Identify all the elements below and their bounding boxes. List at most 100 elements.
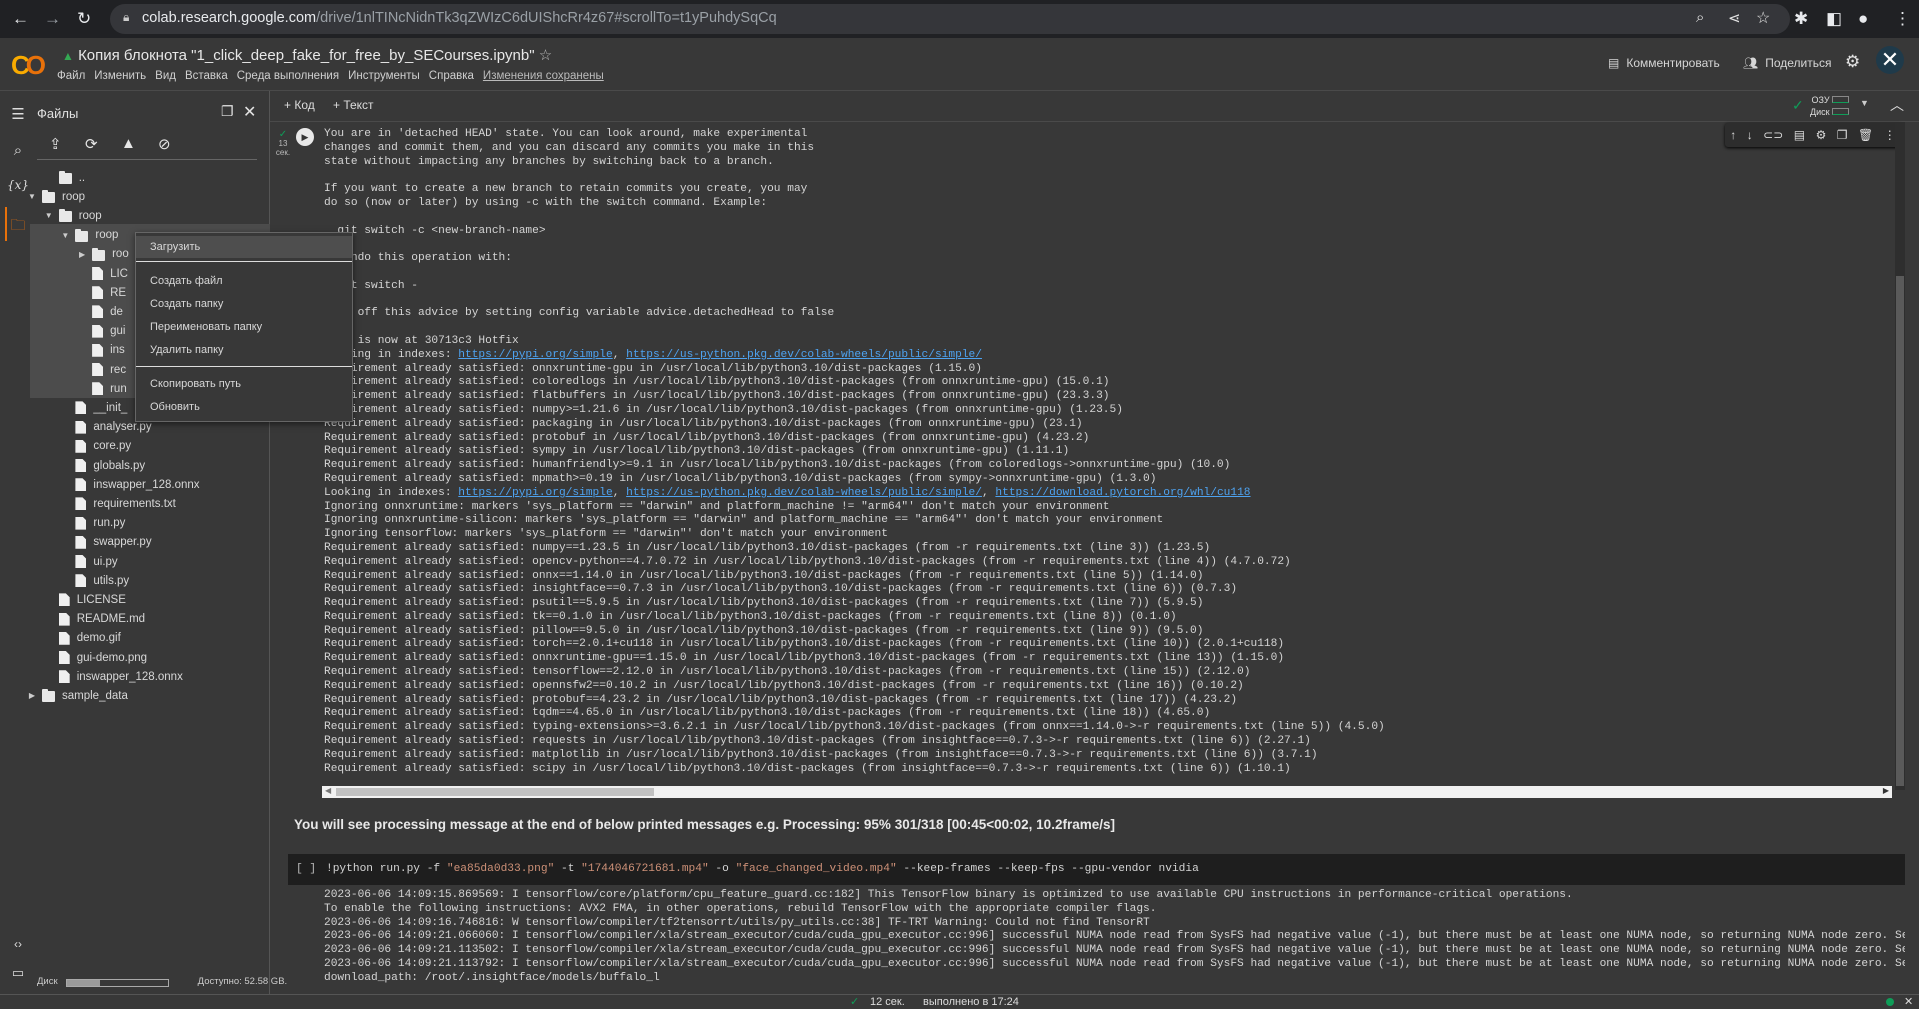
menu-icon[interactable]: ⋮ xyxy=(1894,8,1911,30)
zoom-icon[interactable]: ⌕ xyxy=(1696,9,1704,26)
hide-icon[interactable]: ⊘ xyxy=(158,135,171,153)
tree-file[interactable]: RE xyxy=(76,283,126,302)
vertical-scrollbar[interactable] xyxy=(1895,122,1905,790)
tree-file[interactable]: run xyxy=(76,379,127,398)
cell-prompt[interactable]: [ ] xyxy=(296,863,316,877)
menu-item-upload[interactable]: Загрузить xyxy=(136,236,352,258)
output-link[interactable]: https://pypi.org/simple xyxy=(458,487,612,499)
caret-right-icon[interactable]: ▶ xyxy=(76,250,88,259)
menu-runtime[interactable]: Среда выполнения xyxy=(237,70,339,82)
tree-file[interactable]: README.md xyxy=(43,610,145,629)
toc-icon[interactable]: ☰ xyxy=(0,105,36,123)
tree-folder[interactable]: ▶ sample_data xyxy=(26,686,128,705)
comment-button[interactable]: ▤ Комментировать xyxy=(1608,56,1720,70)
output-link[interactable]: https://us-python.pkg.dev/colab-wheels/p… xyxy=(626,487,982,499)
colab-logo[interactable]: CO xyxy=(11,50,46,81)
code-cell-1[interactable]: ✓ 13 сек. ▶ You are in 'detached HEAD' s… xyxy=(270,122,1905,800)
tree-file[interactable]: ins xyxy=(76,341,125,360)
terminal-icon[interactable]: ▭ xyxy=(0,965,36,981)
tree-file[interactable]: swapper.py xyxy=(59,533,152,552)
tree-file[interactable]: gui-demo.png xyxy=(43,648,147,667)
more-icon[interactable]: ⋮ xyxy=(1884,128,1896,142)
tree-file[interactable]: demo.gif xyxy=(43,629,121,648)
menu-item-create-file[interactable]: Создать файл xyxy=(136,270,352,292)
tree-file[interactable]: gui xyxy=(76,322,125,341)
tree-file[interactable]: __init_ xyxy=(59,398,127,417)
save-status[interactable]: Изменения сохранены xyxy=(483,70,604,82)
menu-insert[interactable]: Вставка xyxy=(185,70,228,82)
scrollbar-thumb[interactable] xyxy=(1896,276,1904,786)
close-icon[interactable]: ✕ xyxy=(1904,995,1913,1008)
menu-item-rename-folder[interactable]: Переименовать папку xyxy=(136,316,352,338)
tree-file[interactable]: core.py xyxy=(59,437,131,456)
tree-folder[interactable]: ▼ roop xyxy=(26,187,85,206)
search-icon[interactable]: ⌕ xyxy=(0,142,36,159)
menu-file[interactable]: Файл xyxy=(57,70,85,82)
output-link[interactable]: https://us-python.pkg.dev/colab-wheels/p… xyxy=(626,349,982,361)
forward-icon[interactable]: → xyxy=(44,8,61,30)
star-icon[interactable]: ☆ xyxy=(539,47,552,64)
tree-file[interactable]: .. xyxy=(43,168,85,187)
tree-folder[interactable]: ▼ roop xyxy=(43,206,102,225)
close-icon[interactable]: ✕ xyxy=(243,102,256,122)
move-up-icon[interactable]: ↑ xyxy=(1730,128,1736,142)
code-line[interactable]: !python run.py -f "ea85da0d33.png" -t "1… xyxy=(326,863,1199,877)
caret-down-icon[interactable]: ▼ xyxy=(26,192,38,201)
tree-file[interactable]: rec xyxy=(76,360,126,379)
tree-file[interactable]: globals.py xyxy=(59,456,145,475)
menu-edit[interactable]: Изменить xyxy=(94,70,146,82)
tree-folder[interactable]: ▼ roop xyxy=(59,226,118,245)
tree-file[interactable]: ui.py xyxy=(59,552,118,571)
gear-icon[interactable]: ⚙ xyxy=(1816,128,1827,142)
tree-folder[interactable]: ▶ roo xyxy=(76,245,129,264)
address-bar[interactable]: 🔒︎ colab.research.google.com/drive/1nlTI… xyxy=(110,4,1790,34)
menu-item-delete-folder[interactable]: Удалить папку xyxy=(136,339,352,361)
caret-down-icon[interactable]: ▼ xyxy=(59,231,71,240)
caret-right-icon[interactable]: ▶ xyxy=(26,691,38,700)
link-icon[interactable]: ⊂⊃ xyxy=(1763,128,1783,142)
profile-icon[interactable]: ● xyxy=(1858,8,1868,30)
caret-down-icon[interactable]: ▼ xyxy=(43,211,55,220)
delete-icon[interactable]: 🗑︎ xyxy=(1858,128,1873,142)
avatar[interactable]: ✕ xyxy=(1876,46,1904,74)
code-snippets-icon[interactable]: ‹› xyxy=(0,937,36,951)
scroll-right-icon[interactable]: ▶ xyxy=(1883,786,1889,795)
open-in-tab-icon[interactable]: ❐ xyxy=(221,103,234,120)
tree-file[interactable]: LIC xyxy=(76,264,128,283)
scrollbar-thumb[interactable] xyxy=(336,788,654,796)
share-button[interactable]: 👥︎ Поделиться xyxy=(1743,56,1832,70)
tree-file[interactable]: requirements.txt xyxy=(59,494,176,513)
run-cell-button[interactable]: ▶ xyxy=(296,128,314,146)
dropdown-icon[interactable]: ▼ xyxy=(1860,98,1869,108)
back-icon[interactable]: ← xyxy=(12,8,29,30)
tree-file[interactable]: inswapper_128.onnx xyxy=(59,475,200,494)
add-code-button[interactable]: + Код xyxy=(284,98,315,112)
comment-icon[interactable]: ▤ xyxy=(1794,128,1805,142)
menu-help[interactable]: Справка xyxy=(429,70,474,82)
menu-item-refresh[interactable]: Обновить xyxy=(136,396,352,418)
menu-view[interactable]: Вид xyxy=(155,70,176,82)
output-link[interactable]: https://download.pytorch.org/whl/cu118 xyxy=(995,487,1250,499)
gear-icon[interactable]: ⚙ xyxy=(1845,52,1860,72)
reload-icon[interactable]: ↻ xyxy=(77,8,91,30)
star-icon[interactable]: ☆ xyxy=(1756,8,1770,28)
scroll-left-icon[interactable]: ◀ xyxy=(325,786,331,795)
tree-file[interactable]: LICENSE xyxy=(43,590,126,609)
status-completed[interactable]: выполнено в 17:24 xyxy=(923,996,1019,1008)
mirror-cell-icon[interactable]: ❐ xyxy=(1837,128,1848,142)
chevron-up-icon[interactable]: ︿ xyxy=(1890,95,1904,115)
tree-file[interactable]: run.py xyxy=(59,514,125,533)
code-cell-2[interactable]: [ ] !python run.py -f "ea85da0d33.png" -… xyxy=(288,854,1905,885)
tree-file[interactable]: inswapper_128.onnx xyxy=(43,667,183,686)
add-text-button[interactable]: + Текст xyxy=(333,98,374,112)
mount-drive-icon[interactable]: ▲ xyxy=(121,135,136,152)
horizontal-scrollbar[interactable]: ◀ ▶ xyxy=(322,786,1892,798)
notebook-title[interactable]: Копия блокнота "1_click_deep_fake_for_fr… xyxy=(78,47,534,64)
extensions-icon[interactable]: ✱ xyxy=(1794,8,1808,30)
output-link[interactable]: https://pypi.org/simple xyxy=(458,349,612,361)
menu-item-copy-path[interactable]: Скопировать путь xyxy=(136,373,352,395)
text-cell[interactable]: You will see processing message at the e… xyxy=(294,817,1115,832)
tree-file[interactable]: de xyxy=(76,302,123,321)
resources-indicator[interactable]: ОЗУ Диск xyxy=(1810,94,1850,118)
menu-tools[interactable]: Инструменты xyxy=(348,70,420,82)
